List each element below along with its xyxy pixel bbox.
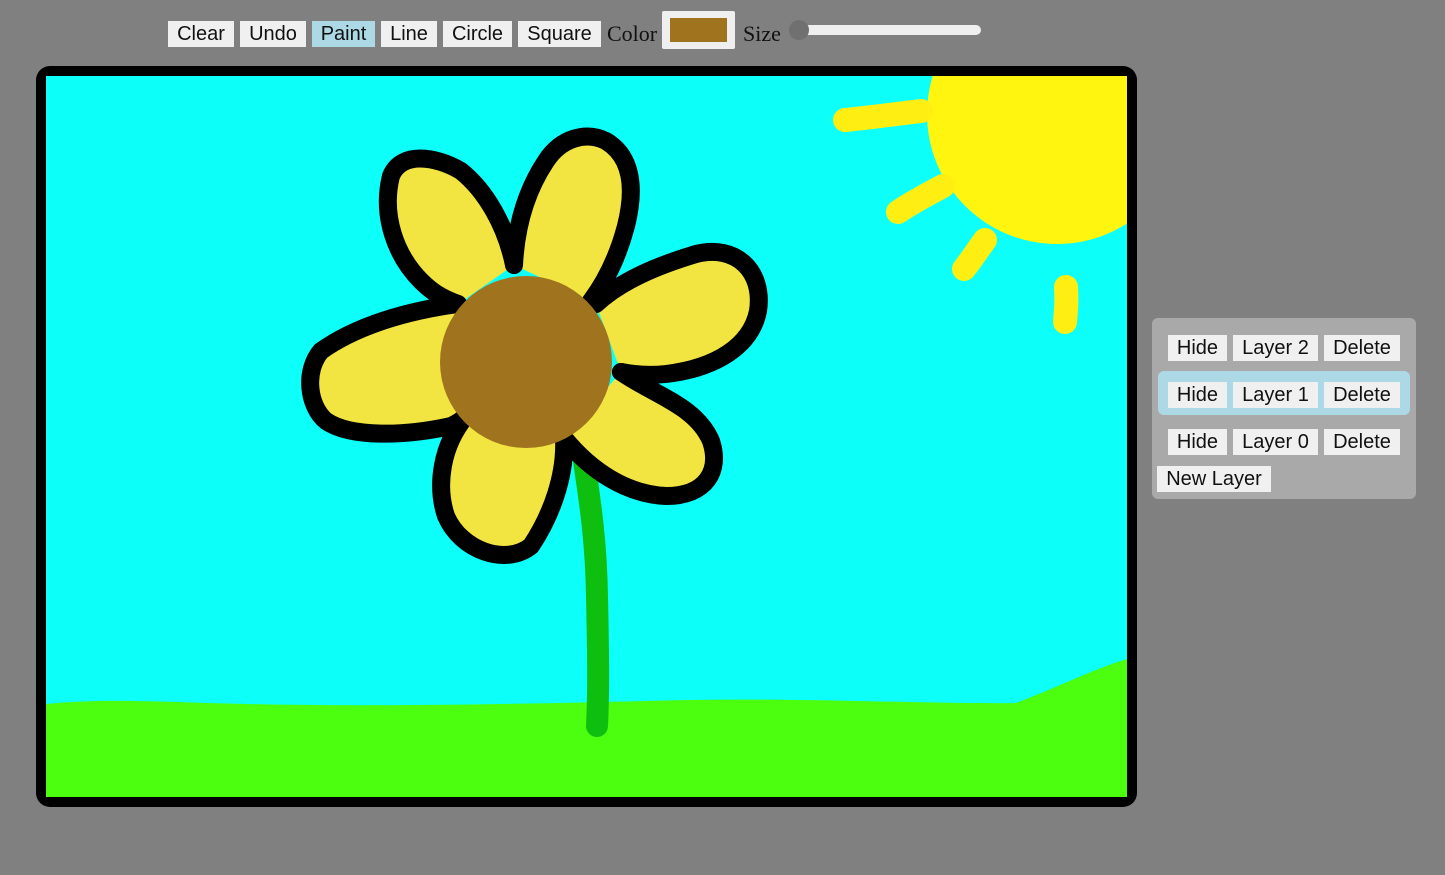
sun-ray — [833, 99, 933, 132]
hide-layer-2-button[interactable]: Hide — [1168, 335, 1227, 361]
drawing-canvas[interactable] — [46, 76, 1127, 797]
size-slider-thumb[interactable] — [789, 20, 809, 40]
size-label: Size — [743, 21, 781, 46]
hide-layer-1-button[interactable]: Hide — [1168, 382, 1227, 408]
color-picker[interactable] — [662, 11, 735, 49]
circle-tool-button[interactable]: Circle — [443, 21, 512, 47]
color-label: Color — [607, 21, 658, 46]
canvas-frame — [36, 66, 1137, 807]
delete-layer-0-button[interactable]: Delete — [1324, 429, 1400, 455]
layer-row-layer-0: Hide Layer 0 Delete — [1158, 418, 1410, 462]
select-layer-0-button[interactable]: Layer 0 — [1233, 429, 1318, 455]
delete-layer-1-button[interactable]: Delete — [1324, 382, 1400, 408]
new-layer-button[interactable]: New Layer — [1157, 466, 1271, 492]
size-slider[interactable] — [789, 20, 981, 40]
paint-tool-button[interactable]: Paint — [312, 21, 375, 47]
color-swatch — [670, 18, 727, 42]
select-layer-1-button[interactable]: Layer 1 — [1233, 382, 1318, 408]
delete-layer-2-button[interactable]: Delete — [1324, 335, 1400, 361]
layer-row-layer-1: Hide Layer 1 Delete — [1158, 371, 1410, 415]
size-slider-track — [799, 25, 981, 35]
select-layer-2-button[interactable]: Layer 2 — [1233, 335, 1318, 361]
square-tool-button[interactable]: Square — [518, 21, 601, 47]
flower-center — [440, 276, 612, 448]
layers-panel: Hide Layer 2 Delete Hide Layer 1 Delete … — [1152, 318, 1416, 499]
line-tool-button[interactable]: Line — [381, 21, 437, 47]
layer-row-layer-2: Hide Layer 2 Delete — [1158, 324, 1410, 368]
undo-button[interactable]: Undo — [240, 21, 306, 47]
clear-button[interactable]: Clear — [168, 21, 234, 47]
hide-layer-0-button[interactable]: Hide — [1168, 429, 1227, 455]
sun-ray — [1053, 275, 1079, 334]
